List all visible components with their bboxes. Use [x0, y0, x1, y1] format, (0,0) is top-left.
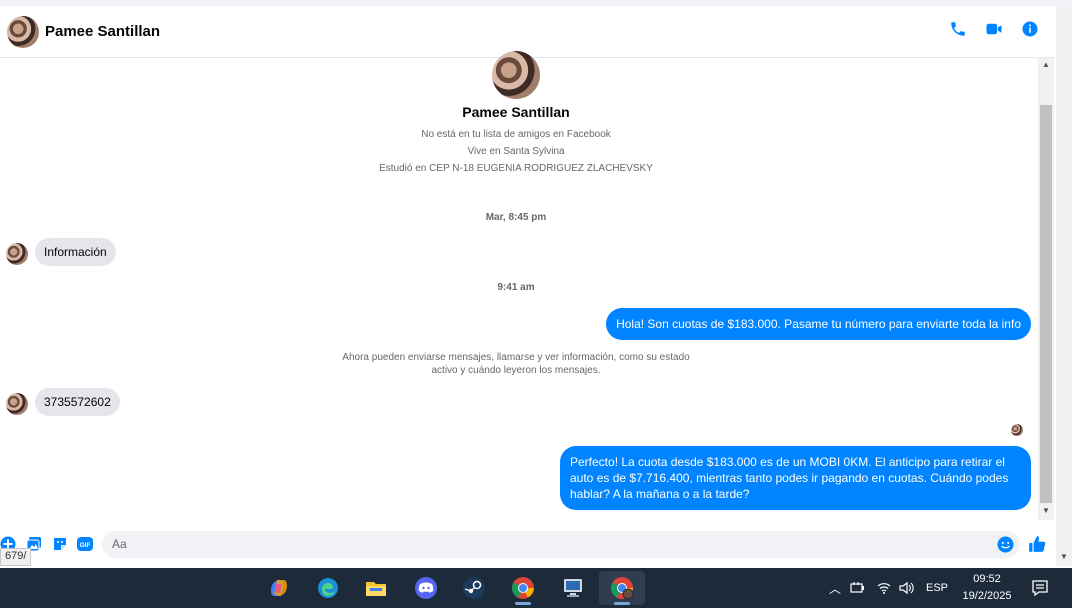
status-bar-url: 679/ [0, 548, 32, 566]
info-icon[interactable] [1021, 20, 1039, 38]
profile-name: Pamee Santillan [462, 104, 570, 120]
steam-icon [463, 577, 485, 599]
file-explorer-icon [366, 582, 386, 596]
incoming-message[interactable]: 3735572602 [35, 388, 120, 416]
message-input[interactable] [112, 537, 982, 551]
like-icon[interactable] [1028, 535, 1046, 553]
avatar[interactable] [7, 15, 39, 48]
chrome-profile-icon [611, 577, 634, 600]
taskbar-network-app[interactable] [550, 571, 596, 605]
volume-icon[interactable] [898, 580, 914, 596]
clock-time: 09:52 [973, 573, 1001, 585]
gif-icon[interactable]: GIF [77, 536, 93, 552]
message-input-box[interactable] [102, 531, 1020, 558]
page-scroll-down-icon[interactable]: ▼ [1058, 552, 1070, 562]
gif-label: GIF [80, 542, 91, 549]
emoji-icon[interactable] [997, 536, 1014, 553]
video-icon[interactable] [985, 20, 1003, 38]
profile-friend-status: No está en tu lista de amigos en Faceboo… [421, 129, 611, 140]
wifi-icon[interactable] [876, 580, 892, 596]
page-scrollbar[interactable] [1056, 6, 1072, 566]
notifications-icon[interactable] [1031, 579, 1049, 597]
header-actions [949, 20, 1039, 38]
profile-avatar[interactable] [492, 51, 540, 99]
timestamp: Mar, 8:45 pm [485, 212, 547, 223]
language-indicator[interactable]: ESP [926, 582, 948, 594]
taskbar-copilot[interactable] [256, 571, 302, 605]
sender-avatar[interactable] [6, 243, 28, 265]
system-tray: ︿ ESP [826, 568, 948, 608]
sticker-icon[interactable] [52, 536, 68, 552]
clock[interactable]: 09:52 19/2/2025 [955, 571, 1019, 605]
profile-education: Estudió en CEP N-18 EUGENIA RODRIGUEZ ZL… [379, 163, 653, 174]
incoming-message[interactable]: Información [35, 238, 116, 266]
active-indicator [614, 602, 630, 605]
scroll-down-icon[interactable]: ▼ [1040, 506, 1052, 516]
contact-name[interactable]: Pamee Santillan [45, 23, 160, 40]
notice-line: Ahora pueden enviarse mensajes, llamarse… [342, 352, 690, 363]
chat-scrollbar-thumb[interactable] [1040, 105, 1052, 503]
taskbar-discord[interactable] [403, 571, 449, 605]
outgoing-message[interactable]: Hola! Son cuotas de $183.000. Pasame tu … [606, 308, 1031, 340]
running-indicator [515, 602, 531, 605]
taskbar-edge[interactable] [305, 571, 351, 605]
clock-date: 19/2/2025 [962, 590, 1012, 602]
timestamp: 9:41 am [497, 282, 535, 293]
chat-header: Pamee Santillan [0, 6, 1055, 58]
notice-line: activo y cuándo leyeron los mensajes. [431, 365, 601, 376]
taskbar-steam[interactable] [451, 571, 497, 605]
chevron-up-icon[interactable]: ︿ [826, 580, 844, 597]
scroll-up-icon[interactable]: ▲ [1040, 60, 1052, 70]
edge-icon [318, 578, 338, 598]
taskbar-file-explorer[interactable] [353, 571, 399, 605]
taskbar-chrome-profile[interactable] [599, 571, 645, 605]
taskbar-chrome[interactable] [500, 571, 546, 605]
outgoing-message[interactable]: Perfecto! La cuota desde $183.000 es de … [560, 446, 1031, 510]
phone-icon[interactable] [949, 20, 967, 38]
battery-plug-icon[interactable] [850, 580, 866, 596]
sender-avatar[interactable] [6, 393, 28, 415]
message-composer: GIF [0, 528, 1056, 566]
profile-location: Vive en Santa Sylvina [467, 146, 565, 157]
discord-icon [415, 577, 437, 599]
network-app-icon [564, 579, 582, 597]
screen: Pamee Santillan ▲ ▼ ▼ Pamee Santillan No… [0, 0, 1072, 608]
seen-avatar [1011, 424, 1023, 436]
copilot-icon [271, 580, 287, 596]
taskbar: ︿ ESP 09:52 19/2/2025 [0, 568, 1072, 608]
chrome-icon [512, 577, 534, 599]
connection-notice: Ahora pueden enviarse mensajes, llamarse… [340, 351, 692, 377]
